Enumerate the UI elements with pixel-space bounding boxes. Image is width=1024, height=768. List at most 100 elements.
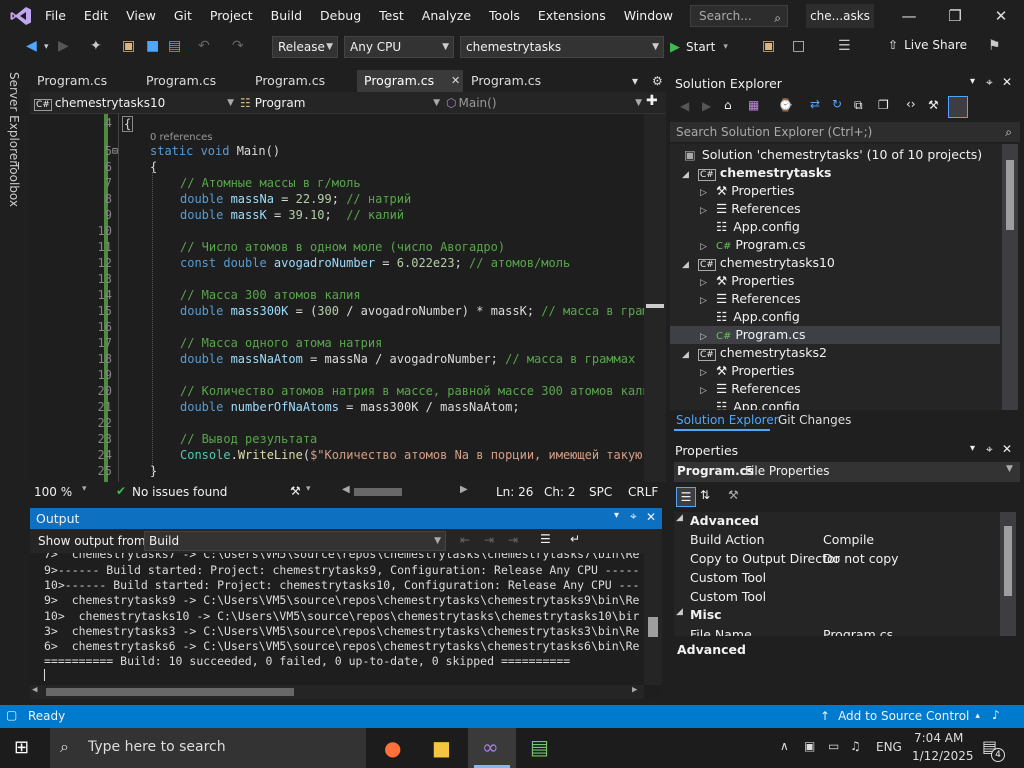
menu-debug[interactable]: Debug [311, 0, 370, 32]
find-prev-icon[interactable]: ⇥ [508, 533, 518, 547]
back-icon[interactable]: ◀ [26, 38, 37, 54]
line-ending-indicator[interactable]: CRLF [628, 485, 658, 499]
code-cleanup-icon[interactable]: ⚒ [290, 484, 301, 498]
tree-item[interactable]: ☷ App.config [716, 398, 800, 410]
pin-icon[interactable]: ⌖ [986, 442, 993, 457]
output-text[interactable]: 7> chemestrytasks7 -> C:\Users\VM5\sourc… [30, 553, 662, 699]
properties-wrench-icon[interactable]: ⚒ [928, 98, 939, 112]
menu-project[interactable]: Project [201, 0, 262, 32]
code-editor[interactable]: ⊟ 4 5 6 7 8 9 10 11 12 13 14 15 16 17 18… [30, 114, 666, 482]
refresh-icon[interactable]: ↻ [832, 97, 842, 111]
scrollbar-thumb[interactable] [648, 617, 658, 637]
sync-icon[interactable]: ⇄ [810, 97, 820, 111]
tree-item[interactable]: ▷ ⚒ Properties [700, 272, 794, 290]
project-nav-dropdown[interactable]: C# chemestrytasks10 ▼ [34, 94, 234, 112]
editor-tab[interactable]: Program.cs [248, 70, 356, 92]
close-pane-icon[interactable]: ✕ [1002, 442, 1012, 456]
tree-item[interactable]: ▷ ⚒ Properties [700, 182, 794, 200]
tab-git-changes[interactable]: Git Changes [778, 413, 851, 427]
visual-studio-logo-icon[interactable] [10, 6, 32, 26]
open-folder-icon[interactable]: ▣ [122, 38, 135, 54]
startup-project-select[interactable]: chemestrytasks ▼ [460, 36, 664, 58]
column-indicator[interactable]: Ch: 2 [544, 485, 575, 499]
expanded-arrow-icon[interactable]: ◢ [676, 513, 683, 523]
preview-selected-items-button[interactable] [948, 96, 968, 118]
class-nav-dropdown[interactable]: ☷ Program ▼ [240, 94, 440, 112]
property-row[interactable]: Build Action Compile [690, 530, 1004, 549]
redo-icon[interactable]: ↷ [232, 38, 244, 54]
toolbox-tab[interactable]: Toolbox [7, 162, 21, 207]
configuration-select[interactable]: Release ▼ [272, 36, 338, 58]
tree-item[interactable]: ▷ ☰ References [700, 380, 801, 398]
window-position-icon[interactable]: ▾ [970, 76, 975, 87]
alphabetical-icon[interactable]: ⇅ [700, 488, 710, 502]
volume-icon[interactable]: ♫ [850, 739, 861, 753]
comment-toggle-icon[interactable]: ☰ [838, 38, 851, 54]
switch-views-icon[interactable]: ▦ [748, 98, 759, 112]
tree-item[interactable]: ☷ App.config [716, 308, 800, 326]
editor-scrollbar[interactable] [644, 114, 666, 482]
expanded-arrow-icon[interactable]: ◢ [676, 607, 683, 617]
scroll-right-icon[interactable]: ▶ [460, 484, 468, 495]
platform-select[interactable]: Any CPU ▼ [344, 36, 454, 58]
editor-tab-active[interactable]: Program.cs [357, 70, 463, 92]
tree-project-node[interactable]: ◢ C# chemestrytasks [682, 164, 831, 182]
back-icon[interactable]: ◀ [680, 99, 689, 113]
notifications-bell-icon[interactable]: ♪ [992, 708, 1000, 722]
find-message-icon[interactable]: ⇤ [460, 533, 470, 547]
scrollbar-thumb[interactable] [1004, 526, 1012, 596]
whitespace-indicator[interactable]: SPC [589, 485, 612, 499]
tree-item[interactable]: ▷ ☰ References [700, 290, 801, 308]
tree-project-node[interactable]: ◢ C# chemestrytasks2 [682, 344, 827, 362]
live-share-button[interactable]: ⇧ Live Share [888, 38, 967, 52]
windows-start-icon[interactable]: ⊞ [14, 737, 29, 758]
undo-icon[interactable]: ↶ [198, 38, 210, 54]
output-source-select[interactable]: Build ▼ [144, 531, 446, 551]
close-pane-icon[interactable]: ✕ [1002, 75, 1012, 89]
view-code-icon[interactable]: ‹› [906, 97, 916, 111]
maximize-icon[interactable]: ❐ [932, 0, 978, 32]
taskbar-search-input[interactable]: ⌕ Type here to search [50, 728, 366, 768]
minimize-icon[interactable]: — [886, 0, 932, 32]
menu-analyze[interactable]: Analyze [413, 0, 480, 32]
chevron-down-icon[interactable]: ▾ [82, 484, 87, 494]
menu-git[interactable]: Git [165, 0, 201, 32]
new-project-icon[interactable]: ✦ [90, 38, 102, 54]
scrollbar-thumb[interactable] [1006, 160, 1014, 230]
close-icon[interactable]: ✕ [978, 0, 1024, 32]
notepad-plus-icon[interactable]: ▤ [530, 735, 549, 759]
menu-view[interactable]: View [117, 0, 165, 32]
member-nav-dropdown[interactable]: ⬡ Main() ▼ [446, 94, 642, 112]
add-to-source-control-button[interactable]: ↑ Add to Source Control ▴ [820, 709, 980, 723]
codelens-references[interactable]: 0 references [150, 132, 213, 143]
property-row[interactable]: Custom Tool Namespace [690, 587, 838, 606]
scrollbar-thumb[interactable] [646, 304, 664, 308]
close-pane-icon[interactable]: ✕ [646, 510, 656, 524]
show-hidden-icons[interactable]: ∧ [780, 739, 789, 753]
scroll-left-icon[interactable]: ◀ [32, 685, 37, 695]
menu-test[interactable]: Test [370, 0, 413, 32]
clock-date[interactable]: 1/12/2025 [912, 749, 974, 763]
solution-name-badge[interactable]: che...asks [806, 4, 874, 28]
clear-all-icon[interactable]: ☰ [540, 532, 551, 546]
close-tab-icon[interactable]: ✕ [451, 70, 460, 92]
visual-studio-taskbar-icon[interactable]: ∞ [468, 728, 516, 768]
save-icon[interactable]: ■ [146, 38, 159, 54]
horizontal-scroll-thumb[interactable] [46, 688, 294, 696]
collapse-all-icon[interactable]: ⧉ [854, 98, 863, 113]
forward-icon[interactable]: ▶ [702, 99, 711, 113]
forward-icon[interactable]: ▶ [58, 38, 69, 54]
editor-tab[interactable]: Program.cs [139, 70, 247, 92]
pending-changes-icon[interactable]: ⌚ [778, 98, 793, 112]
feedback-icon[interactable]: ⚑ [988, 38, 1001, 54]
home-icon[interactable]: ⌂ [724, 98, 732, 112]
firefox-icon[interactable]: ● [384, 736, 401, 760]
menu-edit[interactable]: Edit [75, 0, 117, 32]
editor-tab[interactable]: Program.cs [464, 70, 572, 92]
editor-tab[interactable]: Program.cs [30, 70, 138, 92]
zoom-level[interactable]: 100 % [34, 485, 72, 499]
find-next-icon[interactable]: ⇥ [484, 533, 494, 547]
scroll-right-icon[interactable]: ▶ [632, 685, 637, 695]
tree-project-node[interactable]: ◢ C# chemestrytasks10 [682, 254, 835, 272]
property-row[interactable]: File Name Program.cs [690, 625, 1004, 636]
